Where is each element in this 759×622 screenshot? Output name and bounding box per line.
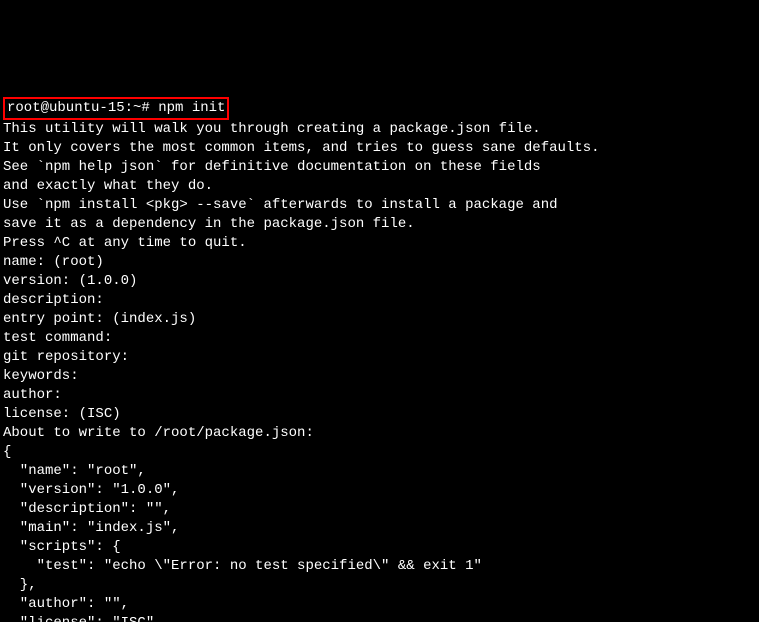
prompt-version: version: (1.0.0) — [3, 272, 756, 291]
output-line: It only covers the most common items, an… — [3, 139, 756, 158]
prompt-license: license: (ISC) — [3, 405, 756, 424]
prompt-description: description: — [3, 291, 756, 310]
prompt-name: name: (root) — [3, 253, 756, 272]
json-line: }, — [3, 576, 756, 595]
prompt-entry-point: entry point: (index.js) — [3, 310, 756, 329]
prompt-test-command: test command: — [3, 329, 756, 348]
json-line: "test": "echo \"Error: no test specified… — [3, 557, 756, 576]
command-line-1: root@ubuntu-15:~# npm init — [3, 97, 756, 120]
command-text: npm init — [158, 100, 225, 116]
prompt-author: author: — [3, 386, 756, 405]
json-line: { — [3, 443, 756, 462]
output-line: Press ^C at any time to quit. — [3, 234, 756, 253]
json-line: "main": "index.js", — [3, 519, 756, 538]
json-line: "description": "", — [3, 500, 756, 519]
output-line: This utility will walk you through creat… — [3, 120, 756, 139]
output-line: Use `npm install <pkg> --save` afterward… — [3, 196, 756, 215]
terminal-window[interactable]: root@ubuntu-15:~# npm initThis utility w… — [0, 95, 759, 622]
output-line: and exactly what they do. — [3, 177, 756, 196]
json-line: "version": "1.0.0", — [3, 481, 756, 500]
json-line: "license": "ISC" — [3, 614, 756, 622]
json-line: "name": "root", — [3, 462, 756, 481]
output-line: save it as a dependency in the package.j… — [3, 215, 756, 234]
prompt-keywords: keywords: — [3, 367, 756, 386]
output-line: See `npm help json` for definitive docum… — [3, 158, 756, 177]
prompt-git-repository: git repository: — [3, 348, 756, 367]
json-line: "scripts": { — [3, 538, 756, 557]
output-line: About to write to /root/package.json: — [3, 424, 756, 443]
highlighted-command: root@ubuntu-15:~# npm init — [3, 97, 229, 120]
shell-prompt: root@ubuntu-15:~# — [7, 100, 158, 116]
json-line: "author": "", — [3, 595, 756, 614]
